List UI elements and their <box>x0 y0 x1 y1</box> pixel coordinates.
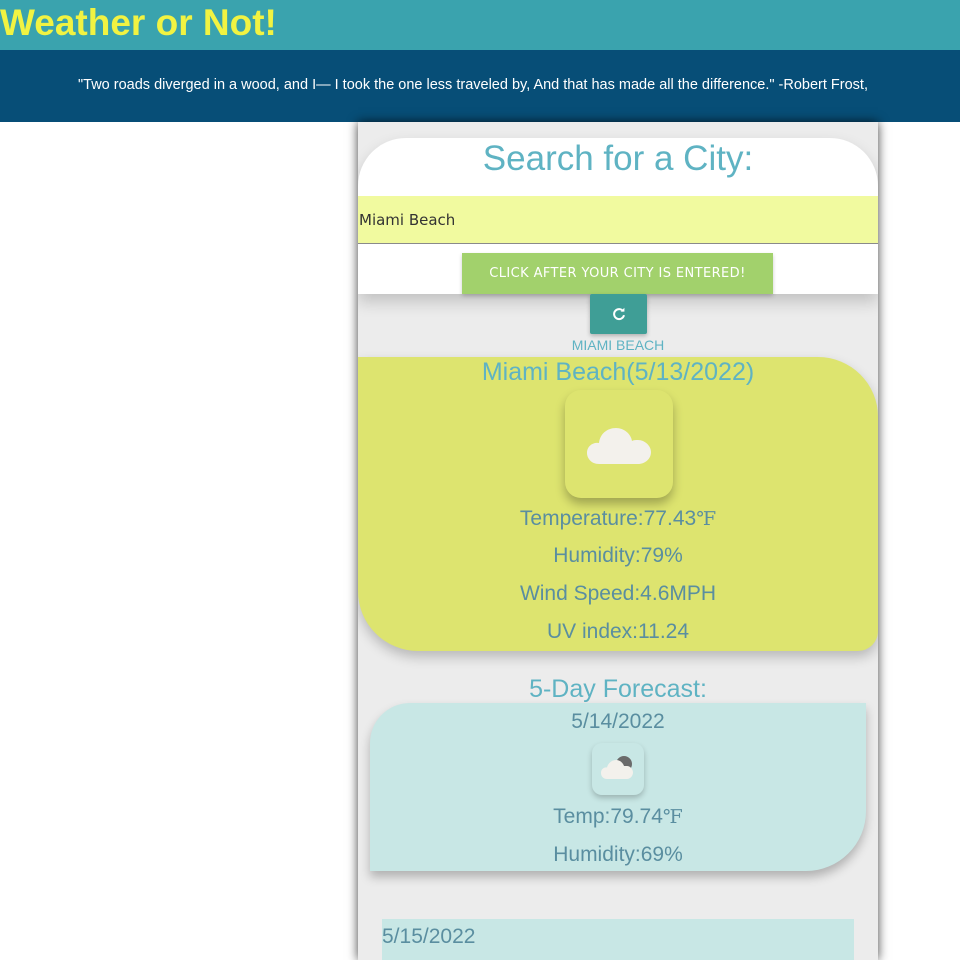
app-title: Weather or Not! <box>0 2 277 43</box>
search-card: Search for a City: CLICK AFTER YOUR CITY… <box>358 138 878 294</box>
current-uv-index: UV index:11.24 <box>546 620 690 643</box>
refresh-icon <box>612 307 625 321</box>
cloud-icon <box>587 428 651 464</box>
forecast-title: 5-Day Forecast: <box>529 675 707 703</box>
partly-cloudy-icon <box>601 756 633 779</box>
forecast-humidity: Humidity:69% <box>553 843 683 866</box>
current-weather-card: Miami Beach(5/13/2022) Temperature:77.43… <box>358 357 878 651</box>
forecast-date: 5/15/2022 <box>382 925 476 948</box>
search-title: Search for a City: <box>482 139 754 178</box>
forecast-card-day1: 5/14/2022 Temp:79.74℉ Humidity:69% <box>370 703 866 871</box>
current-wind-speed: Wind Speed:4.6MPH <box>519 582 717 605</box>
quote-text: "Two roads diverged in a wood, and I— I … <box>78 77 868 93</box>
current-humidity: Humidity:79% <box>553 544 683 567</box>
app-header: Weather or Not! <box>0 0 960 50</box>
current-city-title: Miami Beach(5/13/2022) <box>481 358 755 386</box>
current-temperature: Temperature:77.43℉ <box>519 507 717 530</box>
submit-city-button[interactable]: CLICK AFTER YOUR CITY IS ENTERED! <box>462 253 773 294</box>
current-icon-tile <box>565 390 673 498</box>
quote-banner: "Two roads diverged in a wood, and I— I … <box>0 50 960 122</box>
forecast-temperature: Temp:79.74℉ <box>553 805 683 828</box>
city-search-input[interactable] <box>358 196 878 244</box>
forecast-icon-tile <box>592 743 644 795</box>
history-item-miami-beach[interactable]: MIAMI BEACH <box>358 336 878 354</box>
forecast-card-day2: 5/15/2022 <box>382 919 854 960</box>
main-panel: Search for a City: CLICK AFTER YOUR CITY… <box>358 122 878 960</box>
refresh-button[interactable] <box>590 294 647 334</box>
forecast-date: 5/14/2022 <box>571 710 665 733</box>
